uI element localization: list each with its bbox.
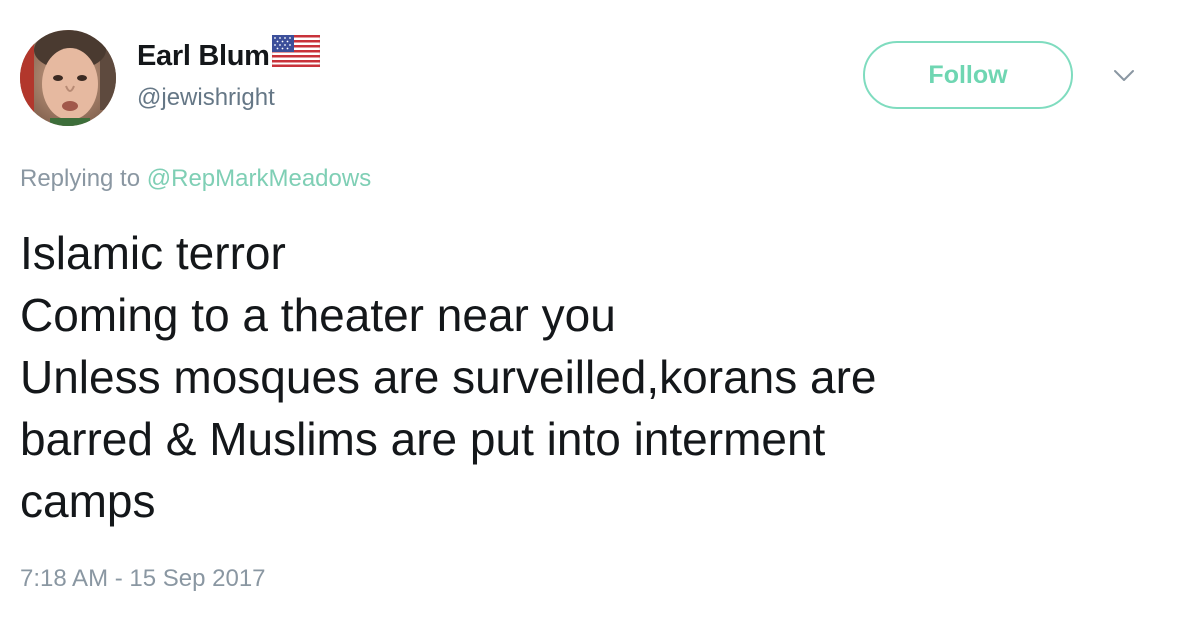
tweet-text-line: camps xyxy=(20,475,156,527)
tweet-text-line: Unless mosques are surveilled,korans are xyxy=(20,351,877,403)
tweet-text: Islamic terror Coming to a theater near … xyxy=(20,222,1140,532)
reply-prefix: Replying to xyxy=(20,165,141,192)
chevron-down-icon[interactable] xyxy=(1113,68,1135,84)
tweet-card: Earl Blum @jewishright Follow Replying t… xyxy=(0,0,1186,618)
reply-context: Replying to @RepMarkMeadows xyxy=(20,165,371,193)
reply-to-handle-link[interactable]: @RepMarkMeadows xyxy=(147,165,371,192)
user-handle[interactable]: @jewishright xyxy=(137,84,275,112)
timestamp-link[interactable]: 7:18 AM - 15 Sep 2017 xyxy=(20,565,266,593)
display-name-row: Earl Blum xyxy=(137,34,321,76)
follow-button[interactable]: Follow xyxy=(863,41,1073,109)
avatar[interactable] xyxy=(20,30,116,126)
tweet-text-line: Islamic terror xyxy=(20,227,286,279)
tweet-text-line: barred & Muslims are put into interment xyxy=(20,413,826,465)
avatar-image xyxy=(20,30,116,126)
display-name[interactable]: Earl Blum xyxy=(137,40,270,73)
us-flag-icon xyxy=(271,34,321,72)
tweet-text-line: Coming to a theater near you xyxy=(20,289,616,341)
